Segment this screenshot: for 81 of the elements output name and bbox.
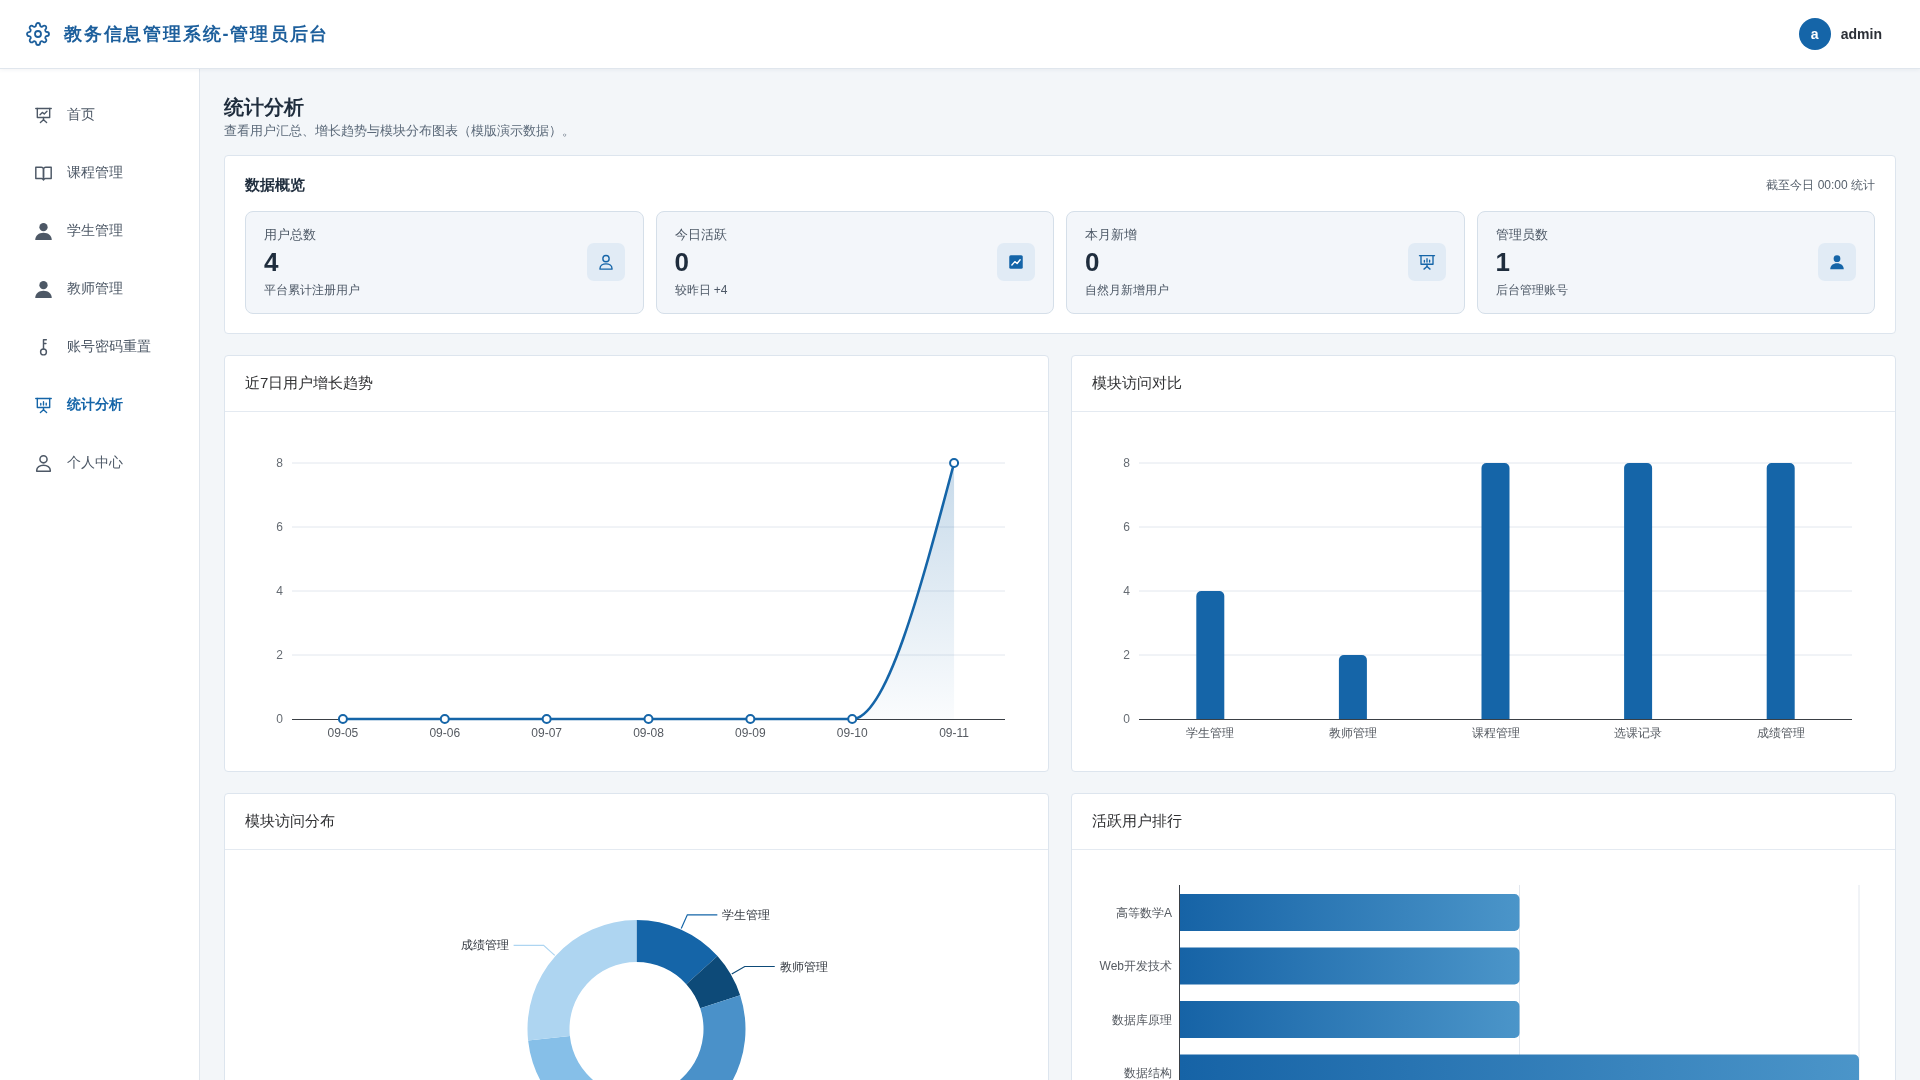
book-icon [35, 164, 52, 182]
axis-tick-label: 8 [1123, 456, 1130, 470]
line-chart-icon [997, 243, 1035, 281]
chart-title: 模块访问分布 [245, 812, 335, 831]
data-point [337, 714, 348, 724]
presentation-chart-icon [35, 106, 52, 124]
page-subtitle: 查看用户汇总、增长趋势与模块分布图表（模版演示数据）。 [224, 122, 576, 140]
slice-label: 教师管理 [779, 959, 828, 974]
data-point [439, 714, 450, 724]
axis-category-label: 09-08 [633, 726, 664, 740]
presentation-chart-icon [1407, 243, 1446, 281]
stat-note: 较昨日 +4 [674, 282, 728, 298]
data-point [643, 714, 654, 724]
nav-item[interactable]: 教师管理 [0, 260, 199, 318]
axis-tick-label: 2 [276, 648, 283, 662]
stat-value: 0 [1085, 246, 1101, 278]
nav-item[interactable]: 学生管理 [0, 202, 199, 260]
bar [1338, 655, 1367, 719]
leader-line [680, 914, 718, 930]
stat-note: 平台累计注册用户 [264, 282, 360, 298]
nav-item[interactable]: 账号密码重置 [0, 318, 199, 376]
axis-category-label: 学生管理 [1186, 726, 1235, 740]
bar-label: 数据库原理 [1112, 1012, 1172, 1027]
stat-note: 自然月新增用户 [1085, 282, 1169, 298]
axis-tick-label: 4 [1123, 584, 1130, 598]
settings-icon [26, 22, 50, 46]
axis-tick-label: 2 [1123, 648, 1130, 662]
axis-tick-label: 6 [276, 520, 283, 534]
axis-tick-label: 4 [276, 584, 283, 598]
data-point [949, 458, 960, 468]
data-point [745, 714, 756, 724]
stat-label: 今日活跃 [674, 226, 728, 244]
chart-title: 活跃用户排行 [1092, 812, 1182, 831]
axis-tick-label: 8 [276, 456, 283, 470]
leader-line [513, 944, 556, 956]
chart-title: 模块访问对比 [1092, 374, 1182, 393]
axis-category-label: 成绩管理 [1756, 726, 1805, 740]
user-avatar: a [1798, 18, 1831, 50]
chart-title: 近7日用户增长趋势 [245, 374, 374, 393]
stat-label: 本月新增 [1085, 226, 1138, 244]
nav-item[interactable]: 统计分析 [0, 376, 199, 434]
stat-label: 用户总数 [264, 226, 317, 244]
axis-tick-label: 6 [1123, 520, 1130, 534]
bar-label: Web开发技术 [1099, 959, 1172, 973]
axis-category-label: 09-11 [939, 726, 969, 740]
user-icon [35, 454, 52, 472]
axis-tick-label: 0 [1123, 712, 1130, 726]
user-icon [35, 222, 52, 240]
axis-category-label: 09-06 [429, 726, 461, 740]
overview-note: 截至今日 00:00 统计 [1766, 176, 1875, 194]
page-title: 统计分析 [224, 95, 305, 120]
nav-item[interactable]: 首页 [0, 86, 199, 144]
nav-item[interactable]: 课程管理 [0, 144, 199, 202]
user-icon [35, 280, 52, 298]
stat-note: 后台管理账号 [1495, 282, 1568, 298]
axis-tick-label: 0 [276, 712, 283, 726]
card-title: 数据概览 [245, 175, 305, 195]
stat-value: 4 [264, 246, 280, 278]
axis-category-label: 09-10 [836, 726, 868, 740]
axis-category-label: 09-09 [735, 726, 766, 740]
stat-label: 管理员数 [1495, 226, 1549, 244]
slice-label: 学生管理 [722, 907, 771, 922]
axis-category-label: 课程管理 [1471, 726, 1520, 740]
bar-label: 数据结构 [1124, 1066, 1172, 1080]
axis-category-label: 选课记录 [1614, 726, 1663, 740]
presentation-chart-icon [35, 396, 52, 414]
user-icon [1818, 243, 1856, 281]
nav-item[interactable]: 个人中心 [0, 434, 199, 492]
slice-label: 成绩管理 [460, 938, 509, 953]
axis-category-label: 教师管理 [1328, 726, 1377, 740]
user-icon [586, 243, 625, 281]
stat-value: 0 [674, 246, 690, 278]
data-point [541, 714, 552, 724]
user-name: admin [1840, 26, 1882, 42]
bar-label: 高等数学A [1116, 905, 1172, 920]
app-title: 教务信息管理系统-管理员后台 [64, 23, 330, 46]
axis-category-label: 09-07 [531, 726, 562, 740]
axis-category-label: 09-05 [327, 726, 359, 740]
stat-value: 1 [1495, 246, 1511, 278]
data-point [847, 714, 858, 724]
leader-line [731, 965, 776, 975]
